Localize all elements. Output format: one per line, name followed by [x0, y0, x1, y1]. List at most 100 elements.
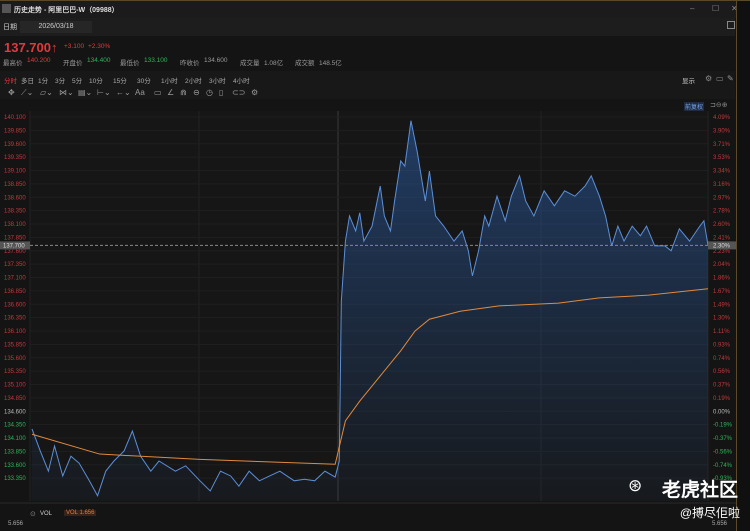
stat-label: 最高价	[3, 60, 23, 67]
timeframe-tab[interactable]: 10分	[89, 75, 103, 85]
stat-value: 148.5亿	[319, 60, 342, 67]
measure-tool-icon[interactable]: ▤⌄	[78, 88, 92, 97]
stat-value: 134.400	[87, 57, 111, 64]
current-price-label: 137.700	[3, 243, 25, 249]
price-tick: 135.350	[4, 369, 26, 375]
pct-tick: 4.09%	[713, 115, 731, 121]
vol-value[interactable]: VOL 1.656	[64, 510, 97, 516]
magnet-tool-icon[interactable]: ⋒	[180, 88, 187, 97]
pct-tick: 0.56%	[713, 369, 731, 375]
date-picker[interactable]: 2026/03/18	[20, 21, 92, 33]
pct-tick: 3.71%	[713, 142, 731, 148]
link-tool-icon[interactable]: ⊂⊃	[232, 88, 245, 97]
price-tick: 135.600	[4, 356, 26, 362]
display-menu[interactable]: 显示	[682, 75, 695, 85]
vol-axis-label-right: 5.656	[712, 521, 728, 527]
edit-icon[interactable]: ✎	[727, 74, 734, 83]
stat-label: 成交量	[240, 60, 260, 67]
price-tick: 133.600	[4, 463, 26, 469]
timeframe-tab[interactable]: 1分	[38, 75, 48, 85]
trash-tool-icon[interactable]: ▯	[219, 88, 223, 97]
timeframe-tab[interactable]: 5分	[72, 75, 82, 85]
settings-icon[interactable]: ⚙	[705, 74, 712, 83]
price-tick: 139.600	[4, 142, 26, 148]
price-tick: 133.850	[4, 449, 26, 455]
timeframe-tab[interactable]: 4小时	[233, 75, 250, 85]
price-value: 137.700	[4, 40, 51, 55]
maximize-button[interactable]: ☐	[712, 4, 719, 13]
price-tick: 134.100	[4, 436, 26, 442]
vol-settings-icon[interactable]: ⊙	[30, 510, 36, 518]
fib-tool-icon[interactable]: ⋈⌄	[59, 88, 74, 97]
arrow-tool-icon[interactable]: ←⌄	[116, 88, 131, 97]
timeframe-tab[interactable]: 多日	[21, 75, 34, 85]
pct-tick: 1.11%	[713, 329, 730, 335]
timeframe-tab[interactable]: 1小时	[161, 75, 178, 85]
stat-value: 133.100	[144, 57, 168, 64]
lock-tool-icon[interactable]: ⊖	[193, 88, 200, 97]
channel-tool-icon[interactable]: ▱⌄	[40, 88, 53, 97]
pct-tick: 0.37%	[713, 383, 731, 389]
range-tool-icon[interactable]: ⊢⌄	[97, 88, 111, 97]
zoom-controls-icon[interactable]: ⊐⊖⊕	[710, 101, 728, 109]
tiger-logo-icon: ⊛	[628, 476, 643, 495]
date-label: 日期	[3, 24, 17, 31]
price-tick: 134.350	[4, 423, 26, 429]
note-tool-icon[interactable]: ▭	[154, 88, 162, 97]
pct-tick: 2.04%	[713, 262, 731, 268]
pct-tick: 1.30%	[713, 316, 731, 322]
clock-tool-icon[interactable]: ◷	[206, 88, 213, 97]
pen-tool-icon[interactable]: ∠	[167, 88, 174, 97]
pct-tick: 2.78%	[713, 209, 731, 215]
price-tick: 138.350	[4, 209, 26, 215]
price-tick: 136.100	[4, 329, 26, 335]
pct-tick: 1.86%	[713, 276, 731, 282]
price-tick: 135.850	[4, 342, 26, 348]
price-tick: 134.600	[4, 409, 26, 415]
price-tick: 136.600	[4, 302, 26, 308]
pct-tick: -0.19%	[713, 423, 733, 429]
price-tick: 137.100	[4, 276, 26, 282]
line-tool-icon[interactable]: ⟋⌄	[21, 88, 33, 98]
up-arrow-icon: ↑	[51, 40, 58, 55]
price-tick: 135.100	[4, 383, 26, 389]
date-value: 2026/03/18	[38, 23, 74, 30]
pct-tick: 0.00%	[713, 409, 731, 415]
price-tick: 139.850	[4, 128, 26, 134]
settings-tool-icon[interactable]: ⚙	[251, 88, 258, 97]
stat-value: 1.08亿	[264, 60, 284, 67]
price-tick: 133.350	[4, 476, 26, 482]
timeframe-tab[interactable]: 3小时	[209, 75, 226, 85]
price-tick: 137.350	[4, 262, 26, 268]
pct-tick: 2.60%	[713, 222, 731, 228]
vol-axis-label: 5.656	[8, 521, 24, 527]
pct-tick: 3.53%	[713, 155, 731, 161]
current-pct-label: 2.30%	[713, 243, 731, 249]
move-tool-icon[interactable]: ✥	[8, 88, 15, 97]
pct-tick: 2.97%	[713, 195, 731, 201]
minimize-button[interactable]: –	[690, 4, 694, 13]
pct-tick: 3.34%	[713, 169, 731, 175]
price-tick: 139.350	[4, 155, 26, 161]
price-tick: 138.100	[4, 222, 26, 228]
watermark-brand: 老虎社区	[661, 480, 738, 501]
pct-tick: -0.74%	[713, 463, 733, 469]
stat-label: 开盘价	[63, 60, 83, 67]
adjust-button[interactable]: 前复权	[684, 102, 705, 111]
timeframe-tab[interactable]: 30分	[137, 75, 151, 85]
price-change: +3.100	[64, 43, 85, 50]
price-tick: 136.850	[4, 289, 26, 295]
panel-toggle-icon[interactable]	[727, 21, 735, 29]
timeframe-tab[interactable]: 2小时	[185, 75, 202, 85]
stat-label: 成交额	[295, 60, 315, 67]
timeframe-tab[interactable]: 15分	[113, 75, 127, 85]
timeframe-tab[interactable]: 3分	[55, 75, 65, 85]
timeframe-tab[interactable]: 分时	[4, 75, 17, 85]
pct-tick: 2.41%	[713, 235, 731, 241]
side-edge	[736, 1, 750, 531]
stat-label: 最低价	[120, 60, 140, 67]
price-tick: 137.600	[4, 249, 26, 255]
camera-icon[interactable]: ▭	[716, 74, 724, 83]
Aa-tool-icon[interactable]: Aa	[135, 88, 145, 97]
intraday-chart[interactable]: 140.100 4.09% 139.850 3.90% 139.600 3.71% 139.…	[0, 111, 736, 531]
